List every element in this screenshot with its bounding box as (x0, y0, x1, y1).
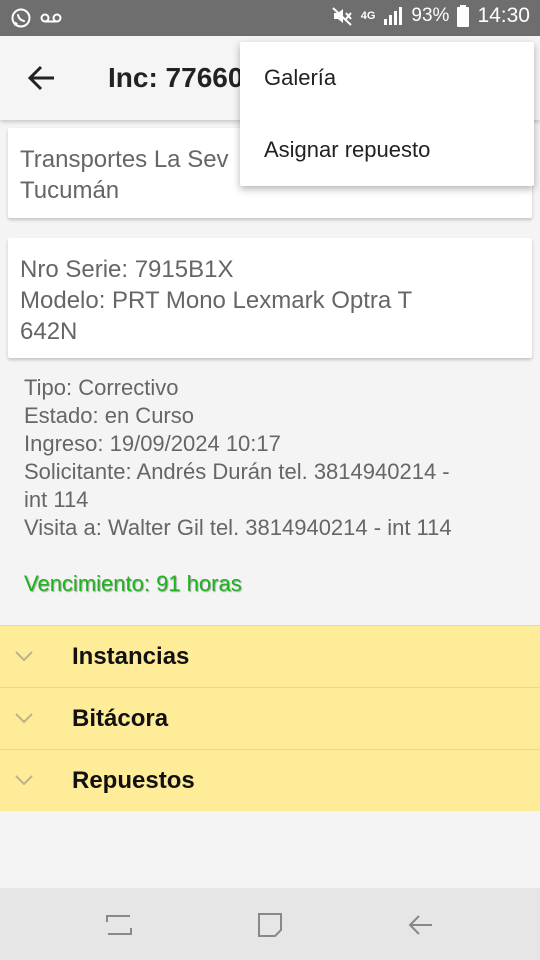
status-bar: 4G 93% 14:30 (0, 0, 540, 36)
equipment-card: Nro Serie: 7915B1X Modelo: PRT Mono Lexm… (8, 238, 532, 358)
mute-icon (332, 7, 352, 26)
requester-text-continued: int 114 (24, 487, 89, 512)
section-label: Instancias (72, 643, 190, 670)
status-text: Estado: en Curso (24, 403, 194, 428)
type-text: Tipo: Correctivo (24, 375, 179, 400)
clock: 14:30 (477, 4, 530, 27)
client-location: Tucumán (20, 177, 120, 204)
chevron-down-icon (15, 713, 33, 724)
model: Modelo: PRT Mono Lexmark Optra T (20, 287, 413, 314)
page-title: Inc: 77660 (108, 62, 244, 93)
battery-percent: 93% (411, 5, 450, 26)
back-arrow-icon (27, 65, 54, 91)
section-bitacora[interactable]: Bitácora (0, 687, 540, 749)
recents-button[interactable] (102, 910, 136, 940)
network-type: 4G (360, 10, 376, 22)
overflow-menu: Galería Asignar repuesto (240, 42, 534, 186)
home-icon (258, 913, 282, 937)
chevron-down-icon (15, 775, 33, 786)
due-time-text: Vencimiento: 91 horas (24, 571, 242, 596)
signal-icon (384, 7, 403, 25)
sections-accordion: Instancias Bitácora Repuestos (0, 625, 540, 811)
incident-details: Tipo: Correctivo Estado: en Curso Ingres… (24, 374, 452, 542)
whatsapp-icon (11, 8, 31, 28)
visit-text: Visita a: Walter Gil tel. 3814940214 - i… (24, 515, 452, 540)
client-name: Transportes La Sev (20, 146, 229, 173)
home-button[interactable] (253, 910, 287, 940)
back-nav-button[interactable] (404, 910, 438, 940)
requester-text: Solicitante: Andrés Durán tel. 381494021… (24, 459, 450, 484)
status-bar-right: 4G 93% 14:30 (331, 4, 530, 28)
back-nav-icon (408, 915, 432, 935)
menu-item-asignar-repuesto[interactable]: Asignar repuesto (240, 114, 534, 186)
model-continued: 642N (20, 318, 78, 345)
chevron-down-icon (15, 651, 33, 662)
status-bar-left (10, 7, 62, 29)
back-button[interactable] (22, 58, 62, 98)
menu-item-galeria[interactable]: Galería (240, 42, 534, 114)
serial-number: Nro Serie: 7915B1X (20, 256, 234, 283)
section-label: Repuestos (72, 767, 195, 794)
entry-date-text: Ingreso: 19/09/2024 10:17 (24, 431, 281, 456)
section-instancias[interactable]: Instancias (0, 625, 540, 687)
recents-icon (106, 915, 132, 935)
section-label: Bitácora (72, 705, 169, 732)
voicemail-icon (40, 13, 62, 23)
system-navigation-bar (0, 888, 540, 960)
battery-icon (457, 5, 470, 27)
section-repuestos[interactable]: Repuestos (0, 749, 540, 811)
